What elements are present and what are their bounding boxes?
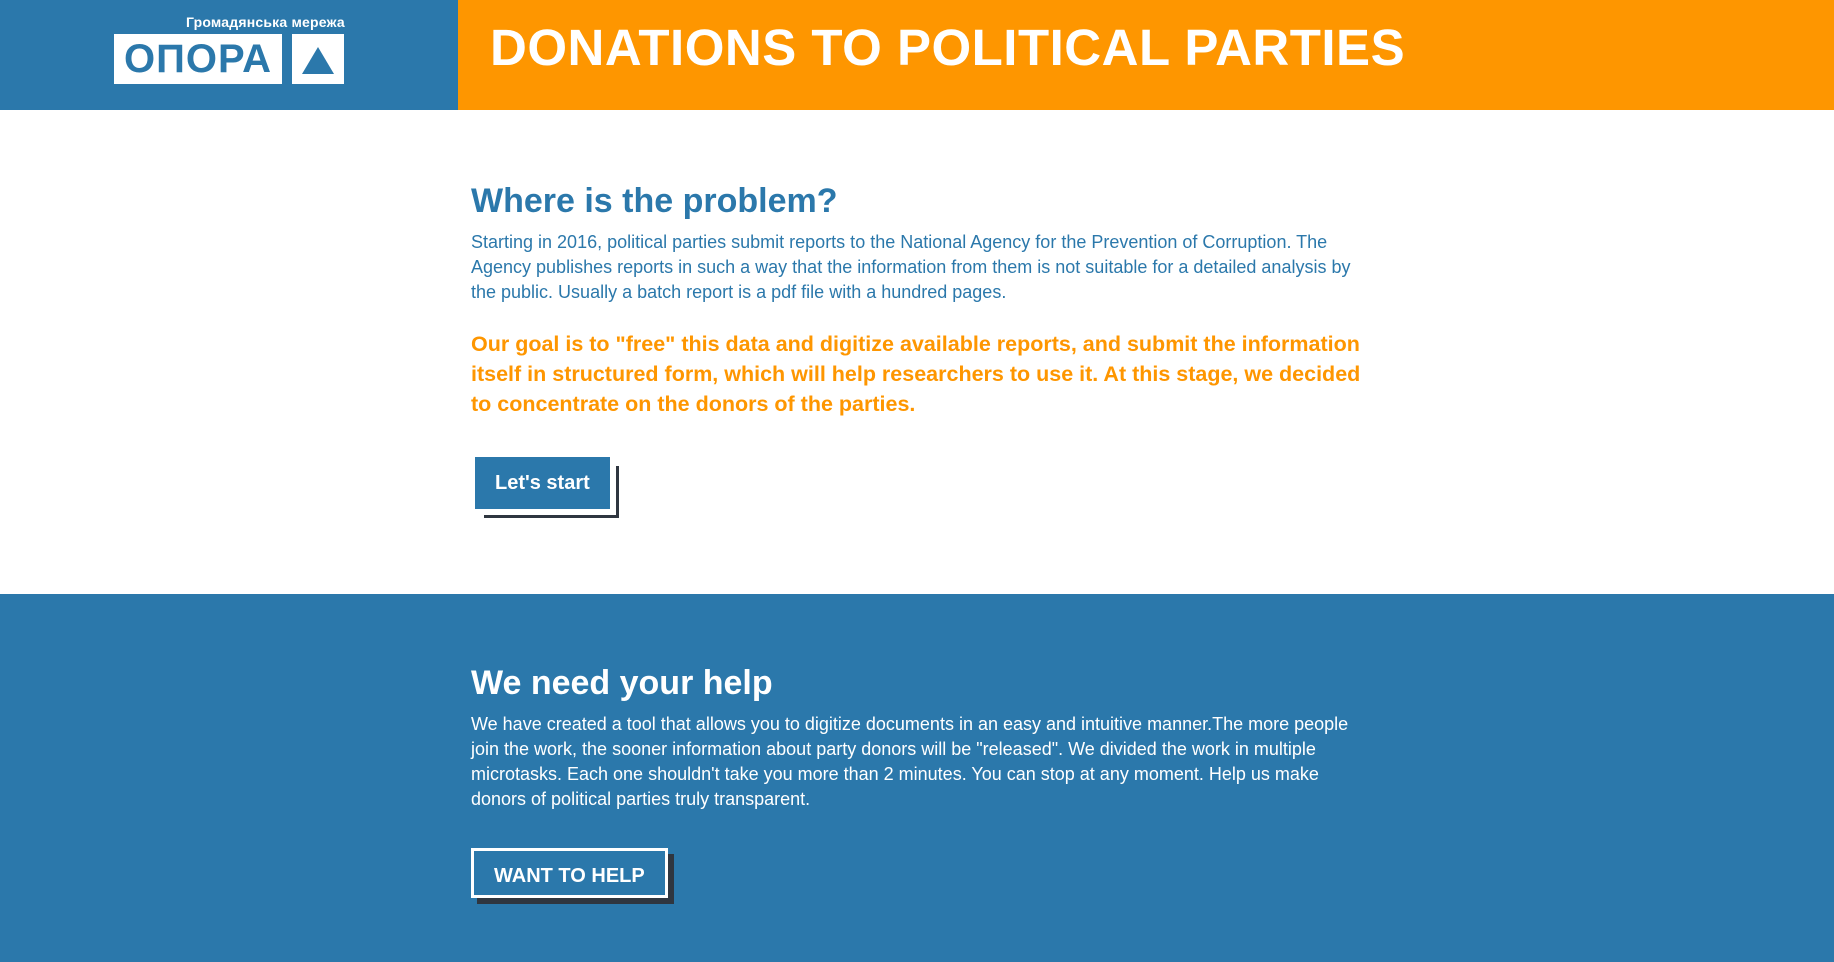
problem-description: Starting in 2016, political parties subm… [471,232,1351,302]
help-section: We need your help We have created a tool… [0,594,1834,962]
help-heading: We need your help [471,664,773,702]
site-title: DONATIONS TO POLITICAL PARTIES [490,19,1406,76]
title-banner: DONATIONS TO POLITICAL PARTIES [458,0,1834,110]
logo-subtitle: Громадянська мережа [186,14,345,30]
site-header: Громадянська мережа ОПОРА DONATIONS TO P… [0,0,1834,110]
goal-statement: Our goal is to "free" this data and digi… [471,332,1361,416]
help-content: We need your help We have created a tool… [471,662,1361,898]
opora-logo[interactable]: Громадянська мережа ОПОРА [114,14,345,84]
logo-panel: Громадянська мережа ОПОРА [0,0,458,110]
triangle-icon [292,34,344,84]
logo-wordmark: ОПОРА [114,34,282,84]
problem-heading: Where is the problem? [471,182,838,220]
help-description: We have created a tool that allows you t… [471,714,1349,809]
problem-section: Where is the problem? Starting in 2016, … [471,180,1361,509]
lets-start-button[interactable]: Let's start [475,457,610,509]
want-to-help-button[interactable]: WANT TO HELP [471,848,668,898]
